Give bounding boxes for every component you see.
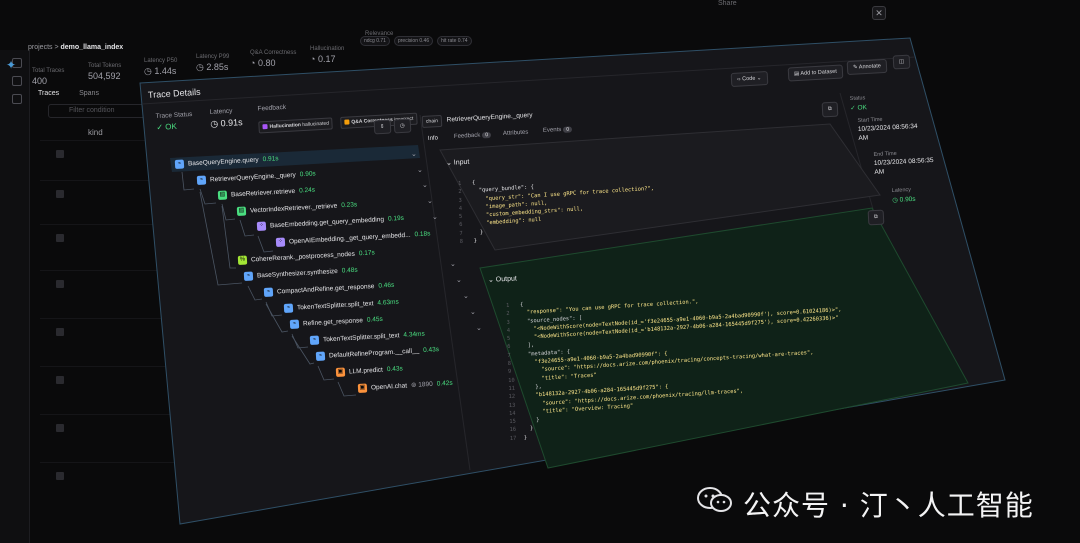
copy-icon[interactable]: ⧉ [867,209,885,226]
chain-icon: ⌁ [263,287,274,297]
chain-icon: ⌁ [289,319,300,329]
span-row[interactable]: ⌁ DefaultRefineProgram.__call__ 0.43s [315,345,440,361]
chevron-down-icon[interactable]: ⌄ [456,276,462,284]
span-row[interactable]: ⁘ BaseEmbedding.get_query_embedding 0.19s [256,214,404,231]
chevron-down-icon[interactable]: ⌄ [427,197,433,205]
chain-icon: ⌁ [174,159,185,169]
wechat-icon [697,487,732,512]
span-name: RetrieverQueryEngine._query [446,111,533,124]
span-row[interactable]: % CohereRerank._postprocess_nodes 0.17s [237,248,375,265]
watermark-text: 公众号 · 汀丶人工智能 [743,489,1034,522]
chevron-down-icon[interactable]: ⌄ [422,181,428,189]
span-row[interactable]: ▣ LLM.predict 0.43s [335,364,403,377]
chevron-down-icon[interactable]: ⌄ [470,308,476,316]
span-row[interactable]: ⌁ CompactAndRefine.get_response 0.46s [263,281,395,297]
chevron-down-icon[interactable]: ⌄ [450,260,456,268]
token-icon: ⊚ [410,381,417,390]
span-kind-pill: chain [421,114,443,128]
chevron-down-icon: ⌄ [445,159,453,167]
span-row[interactable]: ▣ OpenAI.chat ⊚ 1890 0.42s [357,379,453,393]
input-code-block: 1{2 "query_bundle": {3 "query_str": "Can… [458,168,655,247]
copy-icon[interactable]: ⧉ [821,101,839,118]
chevron-down-icon[interactable]: ⌄ [417,166,423,174]
retriever-icon: ▤ [236,206,247,216]
span-row[interactable]: ⁘ OpenAIEmbedding._get_query_embedd... 0.1… [275,229,431,247]
chain-icon: ⌁ [315,351,326,361]
chevron-down-icon[interactable]: ⌄ [411,150,417,158]
embedding-icon: ⁘ [256,221,267,231]
span-end-time: End Time 10/23/2024 08:56:35 AM [873,150,934,176]
reranker-icon: % [237,255,248,265]
span-row-selected[interactable]: ⌁ RetrieverQueryEngine._query 0.90s [196,169,316,185]
embedding-icon: ⁘ [275,237,286,247]
span-row[interactable]: ⌁ TokenTextSplitter.split_text 4.34ms [309,330,425,345]
input-section-title[interactable]: ⌄ Input [446,158,470,167]
chevron-down-icon[interactable]: ⌄ [432,213,438,221]
output-code-block: 1{2 "response": "You can use gRPC for tr… [506,281,845,443]
chevron-down-icon[interactable]: ⌄ [476,324,482,332]
chain-icon: ⌁ [196,175,207,185]
check-circle-icon: ✓ [850,104,856,112]
span-row[interactable]: ▤ BaseRetriever.retrieve 0.24s [217,186,316,200]
chevron-down-icon[interactable]: ⌄ [463,292,469,300]
tab-info[interactable]: Info [428,135,438,142]
clock-icon: ◷ [892,196,899,204]
span-status: Status ✓ OK [849,95,868,112]
llm-icon: ▣ [357,383,368,393]
span-tree: ⌁ BaseQueryEngine.query 0.91s ⌁ RetrieverQu… [0,0,1080,543]
llm-icon: ▣ [335,367,346,377]
trace-details-modal: Trace Details Trace Status ✓ OK Latency … [0,0,1080,543]
chevron-down-icon: ⌄ [487,276,495,284]
span-start-time: Start Time 10/23/2024 08:56:34 AM [857,116,918,142]
span-row[interactable]: ⌁ BaseSynthesizer.synthesize 0.48s [243,266,358,281]
output-section-title[interactable]: ⌄ Output [488,274,517,284]
span-row[interactable]: ⌁ Refine.get_response 0.45s [289,315,383,329]
span-row[interactable]: ▤ VectorIndexRetriever._retrieve 0.23s [236,200,358,216]
retriever-icon: ▤ [217,190,228,200]
chain-icon: ⌁ [243,271,254,281]
chain-icon: ⌁ [283,303,294,313]
span-row[interactable]: ⌁ TokenTextSplitter.split_text 4.63ms [283,298,399,313]
span-row[interactable]: ⌁ BaseQueryEngine.query 0.91s [174,154,279,169]
span-latency: Latency ◷ 0.90s [891,187,916,204]
chain-icon: ⌁ [309,335,320,345]
